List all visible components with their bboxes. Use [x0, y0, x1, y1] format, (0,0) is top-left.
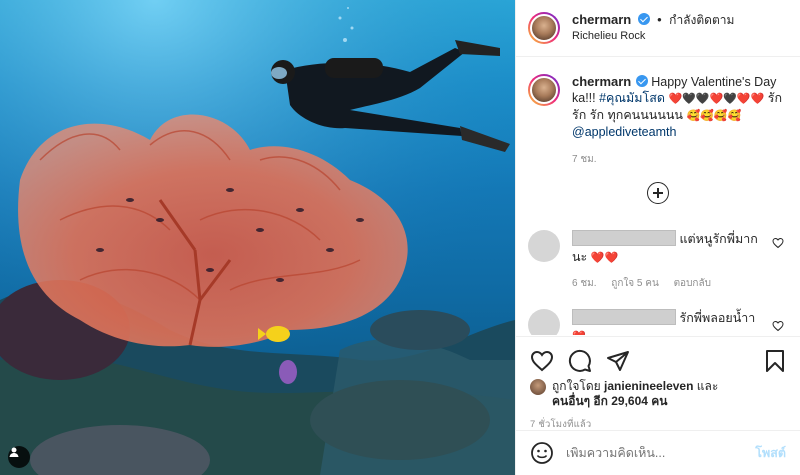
likes-summary: ถูกใจโดย janienineeleven และ คนอื่นๆ อีก…	[530, 379, 786, 409]
caption-emoji-hearts: ❤️🖤🖤❤️🖤❤️❤️	[668, 93, 765, 105]
comment-text: รักพี่พลอยน้ำา	[679, 311, 756, 325]
post-photo[interactable]	[0, 0, 515, 475]
comment-like-heart-icon[interactable]	[772, 236, 784, 254]
verified-icon	[636, 75, 649, 87]
commenter-username-redacted[interactable]	[572, 309, 676, 325]
comments-section[interactable]: chermarn Happy Valentine's Day ka!!! #คุณ…	[516, 58, 800, 335]
underwater-scene	[0, 0, 515, 475]
share-icon[interactable]	[606, 349, 630, 373]
likes-and: และ	[696, 379, 719, 393]
comment-time: 6 ชม.	[572, 278, 597, 289]
comment-item: รักพี่พลอยน้ำา ❤️	[516, 309, 800, 335]
caption: chermarn Happy Valentine's Day ka!!! #คุณ…	[516, 58, 800, 168]
separator-dot: •	[657, 12, 662, 27]
post-comment-button[interactable]: โพสต์	[755, 443, 786, 463]
comment-emoji: ❤️	[572, 331, 586, 335]
comment-item: แต่หนูรักพี่มาก นะ ❤️❤️ 6 ชม. ถูกใจ 5 คน…	[516, 230, 800, 293]
likes-prefix: ถูกใจโดย	[552, 379, 601, 393]
load-more-comments-button[interactable]	[516, 182, 800, 204]
commenter-username-redacted[interactable]	[572, 230, 676, 246]
comment-emoji: ❤️❤️	[590, 252, 619, 264]
location-link[interactable]: Richelieu Rock	[572, 28, 734, 44]
author-username[interactable]: chermarn	[572, 12, 631, 27]
likes-others[interactable]: คนอื่นๆ อีก 29,604 คน	[552, 394, 718, 409]
post-actions: ถูกใจโดย janienineeleven และ คนอื่นๆ อีก…	[516, 336, 800, 432]
caption-avatar[interactable]	[528, 74, 560, 106]
mention-link[interactable]: @applediveteamth	[572, 125, 676, 139]
bookmark-icon[interactable]	[764, 349, 786, 373]
hashtag-link[interactable]: #คุณมัมโสด	[599, 91, 665, 105]
commenter-avatar[interactable]	[528, 309, 560, 335]
comment-input[interactable]	[566, 446, 756, 460]
commenter-avatar[interactable]	[528, 230, 560, 262]
comment-like-heart-icon[interactable]	[772, 319, 784, 335]
caption-time: 7 ชม.	[572, 154, 597, 165]
comment-likes[interactable]: ถูกใจ 5 คน	[611, 278, 659, 289]
post-header: chermarn • กำลังติดตาม Richelieu Rock	[516, 0, 800, 57]
reply-button[interactable]: ตอบกลับ	[674, 278, 711, 289]
following-button[interactable]: กำลังติดตาม	[669, 13, 734, 27]
verified-icon	[637, 13, 650, 25]
caption-emoji-faces: 🥰🥰🥰🥰	[686, 110, 742, 122]
plus-circle-icon[interactable]	[647, 182, 669, 204]
smiley-icon[interactable]	[530, 441, 554, 465]
add-comment-bar: โพสต์	[516, 430, 800, 475]
post-side-panel: chermarn • กำลังติดตาม Richelieu Rock ch…	[515, 0, 800, 475]
author-avatar[interactable]	[528, 12, 560, 44]
liker-username[interactable]: janienineeleven	[604, 379, 693, 393]
comment-icon[interactable]	[568, 349, 592, 373]
user-tag-icon[interactable]	[8, 446, 30, 468]
liker-avatar[interactable]	[530, 379, 546, 395]
heart-icon[interactable]	[530, 349, 554, 373]
caption-username[interactable]: chermarn	[572, 74, 631, 89]
